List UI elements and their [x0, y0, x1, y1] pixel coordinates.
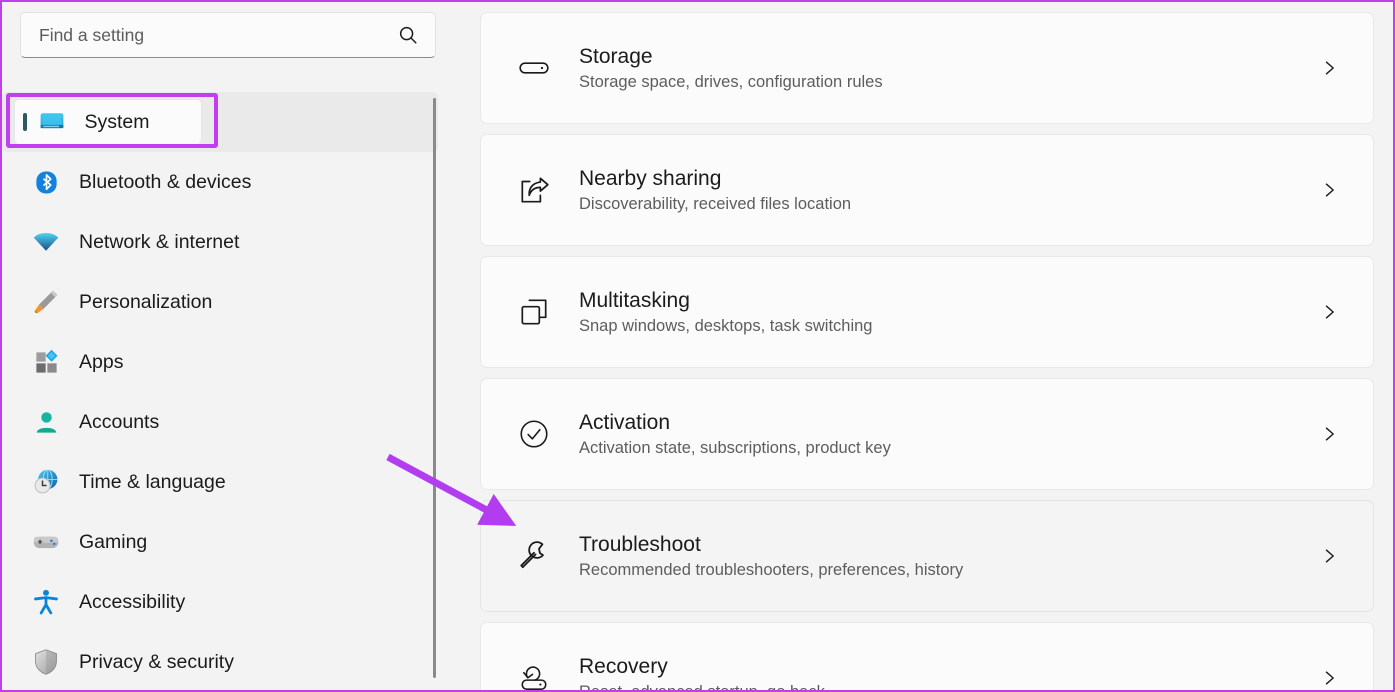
chevron-right-icon: [1319, 424, 1339, 444]
search-input[interactable]: [21, 24, 351, 46]
sidebar-item-apps[interactable]: Apps: [2, 332, 438, 392]
sidebar-scrollbar[interactable]: [431, 98, 438, 678]
card-subtitle: Storage space, drives, configuration rul…: [579, 72, 883, 91]
sidebar: System Bluetooth & devices: [2, 2, 470, 690]
sidebar-nav-list: System Bluetooth & devices Network & int…: [2, 92, 438, 690]
card-title: Recovery: [579, 654, 668, 678]
bluetooth-icon: [31, 167, 61, 197]
chevron-right-icon: [1319, 58, 1339, 78]
sidebar-item-label: System: [84, 110, 150, 133]
check-circle-icon: [515, 415, 553, 453]
wrench-icon: [515, 537, 553, 575]
sidebar-item-label: Accessibility: [79, 590, 186, 613]
chevron-right-icon: [1319, 668, 1339, 688]
card-subtitle: Reset, advanced startup, go back: [579, 682, 825, 692]
clock-globe-icon: [31, 467, 61, 497]
sidebar-item-label: Gaming: [79, 530, 148, 553]
card-subtitle: Recommended troubleshooters, preferences…: [579, 560, 964, 579]
chevron-right-icon: [1319, 302, 1339, 322]
sidebar-item-label: Privacy & security: [79, 650, 234, 673]
sidebar-item-privacy-security[interactable]: Privacy & security: [2, 632, 438, 690]
sidebar-item-bluetooth-devices[interactable]: Bluetooth & devices: [2, 152, 438, 212]
sidebar-scrollbar-thumb[interactable]: [433, 98, 436, 678]
recovery-icon: [515, 659, 553, 690]
card-title: Troubleshoot: [579, 532, 701, 556]
selection-indicator: [23, 113, 27, 131]
settings-card-recovery[interactable]: Recovery Reset, advanced startup, go bac…: [480, 622, 1374, 692]
search-box[interactable]: [20, 12, 436, 58]
settings-card-nearby-sharing[interactable]: Nearby sharing Discoverability, received…: [480, 134, 1374, 246]
settings-card-multitasking[interactable]: Multitasking Snap windows, desktops, tas…: [480, 256, 1374, 368]
search-field-container[interactable]: [20, 12, 436, 58]
sidebar-item-label: Network & internet: [79, 230, 240, 253]
settings-list: Storage Storage space, drives, configura…: [470, 2, 1393, 692]
chevron-right-icon: [1319, 180, 1339, 200]
settings-window: System Bluetooth & devices: [0, 0, 1395, 692]
sidebar-item-gaming[interactable]: Gaming: [2, 512, 438, 572]
settings-card-storage[interactable]: Storage Storage space, drives, configura…: [480, 12, 1374, 124]
sidebar-item-label: Apps: [79, 350, 124, 373]
sidebar-item-network-internet[interactable]: Network & internet: [2, 212, 438, 272]
search-icon: [397, 24, 419, 46]
settings-card-troubleshoot[interactable]: Troubleshoot Recommended troubleshooters…: [480, 500, 1374, 612]
wifi-icon: [31, 227, 61, 257]
settings-card-activation[interactable]: Activation Activation state, subscriptio…: [480, 378, 1374, 490]
card-title: Nearby sharing: [579, 166, 722, 190]
person-icon: [31, 407, 61, 437]
paintbrush-icon: [31, 287, 61, 317]
card-title: Multitasking: [579, 288, 690, 312]
card-title: Activation: [579, 410, 671, 434]
sidebar-item-label: Time & language: [79, 470, 226, 493]
sidebar-item-label: Bluetooth & devices: [79, 170, 252, 193]
monitor-icon: [37, 107, 67, 137]
card-subtitle: Snap windows, desktops, task switching: [579, 316, 873, 335]
sidebar-item-personalization[interactable]: Personalization: [2, 272, 438, 332]
sidebar-item-label: Accounts: [79, 410, 160, 433]
card-subtitle: Activation state, subscriptions, product…: [579, 438, 891, 457]
gamepad-icon: [31, 527, 61, 557]
sidebar-item-label: Personalization: [79, 290, 213, 313]
windows-stack-icon: [515, 293, 553, 331]
share-icon: [515, 171, 553, 209]
card-title: Storage: [579, 44, 653, 68]
apps-icon: [31, 347, 61, 377]
sidebar-item-accounts[interactable]: Accounts: [2, 392, 438, 452]
shield-icon: [31, 647, 61, 677]
card-subtitle: Discoverability, received files location: [579, 194, 852, 213]
accessibility-icon: [31, 587, 61, 617]
sidebar-item-time-language[interactable]: Time & language: [2, 452, 438, 512]
chevron-right-icon: [1319, 546, 1339, 566]
sidebar-item-system[interactable]: System: [2, 92, 438, 152]
drive-icon: [515, 49, 553, 87]
sidebar-item-accessibility[interactable]: Accessibility: [2, 572, 438, 632]
